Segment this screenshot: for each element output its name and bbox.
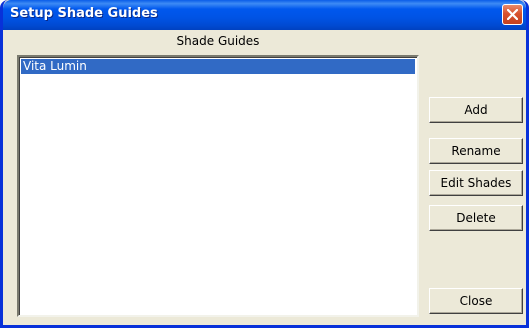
window-close-button[interactable] [502,4,523,25]
window-title: Setup Shade Guides [10,6,158,21]
close-icon [507,9,518,20]
add-button[interactable]: Add [429,97,523,123]
shade-guides-listbox[interactable]: Vita Lumin [17,55,419,317]
close-button[interactable]: Close [429,288,523,314]
rename-button[interactable]: Rename [429,138,523,164]
shade-guides-label: Shade Guides [176,34,260,48]
list-item-vita-lumin[interactable]: Vita Lumin [21,59,415,74]
delete-button[interactable]: Delete [429,205,523,231]
dialog-window: Setup Shade Guides Shade Guides Vita Lum… [0,0,529,328]
edit-shades-button[interactable]: Edit Shades [429,170,523,196]
title-bar[interactable]: Setup Shade Guides [3,0,526,30]
